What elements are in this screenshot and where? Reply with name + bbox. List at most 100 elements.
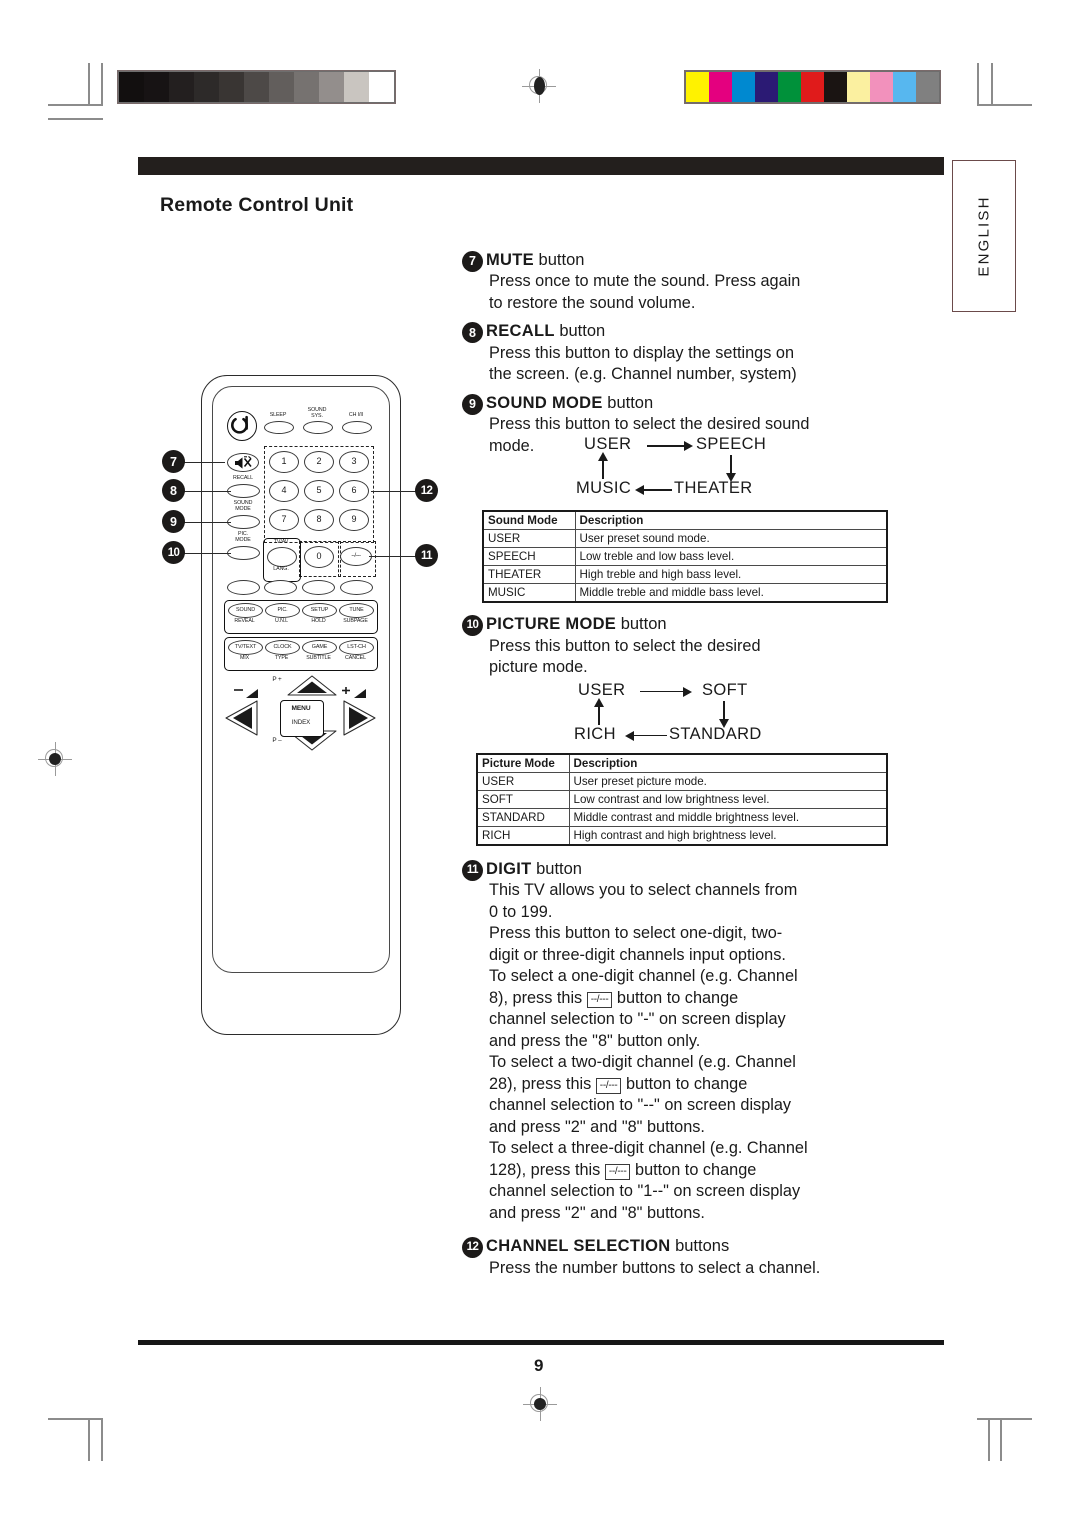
picture-table-header-mode: Picture Mode xyxy=(476,753,570,773)
digit-three-row: 128), press this --/--- button to change xyxy=(489,1160,902,1182)
section-title-channel-selection: CHANNEL SELECTION buttons xyxy=(462,1236,902,1257)
remote-blank-button-4[interactable] xyxy=(340,580,373,595)
sound-row-2-mode: THEATER xyxy=(482,565,576,585)
sound-row-1-desc: Low treble and low bass level. xyxy=(574,547,888,567)
remote-cap-cancel: CANCEL xyxy=(345,655,366,661)
digit-line-2: 0 to 199. xyxy=(489,902,553,921)
remote-key-9[interactable]: 9 xyxy=(339,509,369,531)
sound-flow-arrow-up xyxy=(598,452,608,462)
table-row: STANDARD Middle contrast and middle brigh… xyxy=(476,807,888,827)
grayscale-swatch-4 xyxy=(219,72,244,102)
color-swatch-7 xyxy=(847,72,870,102)
remote-button-sound-reveal[interactable]: SOUND xyxy=(228,603,263,618)
remote-button-recall[interactable] xyxy=(227,484,260,498)
remote-cap-reveal: REVEAL xyxy=(234,618,255,624)
remote-cap-p-plus: P + xyxy=(272,676,282,683)
section-body-picture-mode: Press this button to select the desired … xyxy=(462,636,902,679)
section-bullet-9: 9 xyxy=(462,393,483,415)
table-row: MUSIC Middle treble and middle bass level… xyxy=(482,583,888,603)
digit-two-row: 28), press this --/--- button to change xyxy=(489,1074,902,1096)
sound-row-0-desc: User preset sound mode. xyxy=(574,529,888,549)
section-body-channel-selection: Press the number buttons to select a cha… xyxy=(462,1258,902,1280)
table-row: USER User preset picture mode. xyxy=(476,771,888,791)
page-title: Remote Control Unit xyxy=(160,194,354,216)
remote-button-clock-type[interactable]: CLOCK xyxy=(265,640,300,655)
registration-mark-top xyxy=(522,69,556,103)
remote-button-mute[interactable] xyxy=(227,453,259,472)
remote-key-6[interactable]: 6 xyxy=(339,480,369,502)
picture-mode-table: Picture Mode Description USER User preset… xyxy=(476,752,888,846)
remote-button-setup-hold[interactable]: SETUP xyxy=(302,603,337,618)
sound-mode-flow-diagram: USER SPEECH THEATER MUSIC xyxy=(462,435,902,509)
grayscale-swatch-3 xyxy=(194,72,219,102)
grayscale-swatch-2 xyxy=(169,72,194,102)
remote-blank-button-2[interactable] xyxy=(264,580,297,595)
remote-key-0[interactable]: 0 xyxy=(304,546,334,568)
grayscale-calibration-bar xyxy=(117,70,396,104)
crop-mark-bottom-left-h xyxy=(48,1418,103,1420)
remote-cap-index: INDEX xyxy=(291,719,311,726)
color-swatch-2 xyxy=(732,72,755,102)
remote-button-tvtext-mix[interactable]: TV/TEXT xyxy=(228,640,263,655)
crop-mark-bottom-left-v2 xyxy=(88,1418,90,1461)
registration-mark-left xyxy=(38,742,72,776)
remote-blank-button-1[interactable] xyxy=(227,580,260,595)
picture-flow-arrow-up xyxy=(594,697,604,707)
sound-flow-theater: THEATER xyxy=(674,479,753,498)
digit-key-glyph-three: --/--- xyxy=(604,1163,631,1180)
remote-button-pic-unl[interactable]: PIC. xyxy=(265,603,300,618)
remote-cap-hold: HOLD xyxy=(311,618,326,624)
digit-line-3: Press this button to select one-digit, t… xyxy=(489,924,783,943)
grayscale-swatch-10 xyxy=(369,72,394,102)
sound-table-header-desc: Description xyxy=(574,510,888,531)
picture-row-3-desc: High contrast and high brightness level. xyxy=(568,825,888,846)
mute-line-1: Press once to mute the sound. Press agai… xyxy=(489,272,801,291)
digit-key-glyph-two: --/--- xyxy=(595,1077,622,1094)
remote-button-tvav[interactable] xyxy=(267,547,297,567)
remote-button-sleep[interactable] xyxy=(264,421,294,434)
remote-blank-button-3[interactable] xyxy=(302,580,335,595)
remote-key-7[interactable]: 7 xyxy=(269,509,299,531)
remote-button-p-up[interactable] xyxy=(287,675,337,697)
remote-key-digit[interactable]: --/--- xyxy=(340,547,372,566)
picture-row-2-desc: Middle contrast and middle brightness le… xyxy=(568,807,888,827)
volume-up-icon xyxy=(342,686,370,704)
remote-button-sound-sys[interactable] xyxy=(303,421,333,434)
crop-mark-top-right-h xyxy=(977,104,1032,106)
color-swatch-0 xyxy=(686,72,709,102)
crop-mark-top-left-v2 xyxy=(88,63,90,106)
picture-row-2-mode: STANDARD xyxy=(476,807,570,827)
picture-flow-line-bottom xyxy=(630,734,667,737)
color-swatch-3 xyxy=(755,72,778,102)
color-swatch-10 xyxy=(916,72,939,102)
remote-key-1[interactable]: 1 xyxy=(269,451,299,473)
grayscale-swatch-6 xyxy=(269,72,294,102)
sound-mode-table: Sound Mode Description USER User preset s… xyxy=(482,510,888,604)
picture-mode-line-1: Press this button to select the desired xyxy=(489,636,761,655)
remote-button-vol-up[interactable] xyxy=(342,699,376,737)
remote-button-pic-mode[interactable] xyxy=(227,546,260,560)
remote-button-ch-i-ii[interactable] xyxy=(342,421,372,434)
remote-key-4[interactable]: 4 xyxy=(269,480,299,502)
remote-button-lstch-cancel[interactable]: LST-CH xyxy=(339,640,374,655)
color-swatch-4 xyxy=(778,72,801,102)
remote-button-game-subtitle[interactable]: GAME xyxy=(302,640,337,655)
remote-button-vol-down[interactable] xyxy=(225,699,259,737)
digit-line-1: This TV allows you to select channels fr… xyxy=(489,881,798,900)
digit-one-c: button to change xyxy=(616,988,739,1007)
recall-line-2: the screen. (e.g. Channel number, system… xyxy=(489,365,797,384)
remote-key-8[interactable]: 8 xyxy=(304,509,334,531)
remote-key-5[interactable]: 5 xyxy=(304,480,334,502)
power-button[interactable] xyxy=(227,411,257,441)
remote-key-3[interactable]: 3 xyxy=(339,451,369,473)
picture-flow-line-top xyxy=(640,690,686,693)
remote-key-2[interactable]: 2 xyxy=(304,451,334,473)
color-swatch-1 xyxy=(709,72,732,102)
language-tab-label: ENGLISH xyxy=(975,195,993,277)
remote-button-tune-subpage[interactable]: TUNE xyxy=(339,603,374,618)
digit-three-e: and press "2" and "8" buttons. xyxy=(489,1203,705,1222)
remote-button-sound-mode[interactable] xyxy=(227,515,260,529)
grayscale-swatch-8 xyxy=(319,72,344,102)
section-name-recall: RECALL xyxy=(486,322,555,341)
sound-flow-music: MUSIC xyxy=(576,479,632,498)
